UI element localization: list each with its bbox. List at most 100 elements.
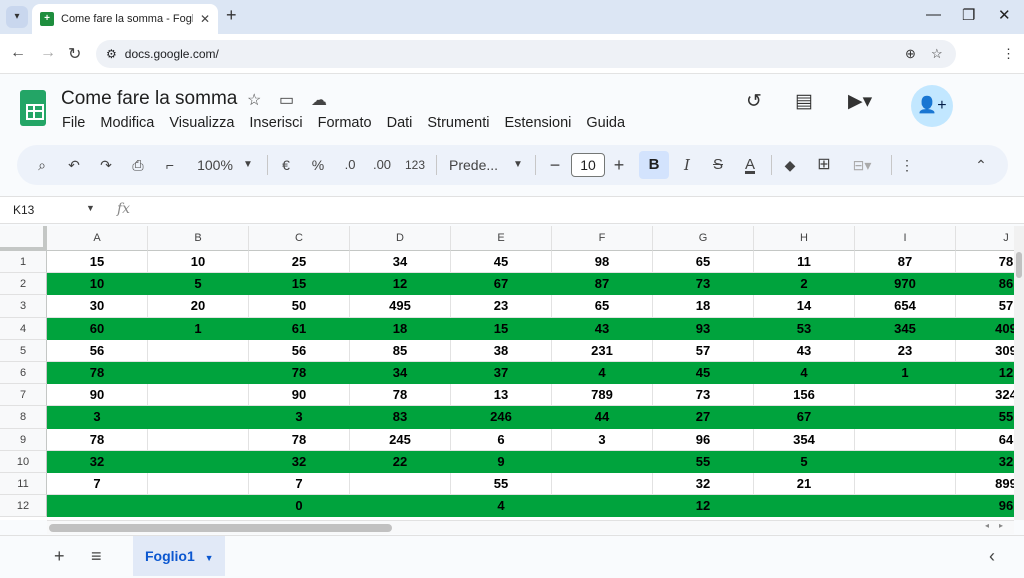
search-menus-icon[interactable]: ⌕: [31, 145, 53, 185]
grid-cell[interactable]: 44: [552, 406, 653, 428]
merge-cells-icon[interactable]: ⊟▾: [845, 145, 879, 185]
italic-button[interactable]: I: [677, 145, 697, 185]
grid-cell[interactable]: 32: [47, 451, 148, 473]
name-box[interactable]: K13: [13, 203, 34, 217]
grid-cell[interactable]: [855, 406, 956, 428]
row-header[interactable]: 11: [0, 473, 47, 496]
grid-cell[interactable]: 654: [855, 295, 956, 318]
column-header[interactable]: C: [249, 226, 350, 251]
grid-cell[interactable]: 23: [855, 339, 956, 362]
grid-cell[interactable]: 55: [653, 451, 754, 473]
menu-file[interactable]: File: [62, 115, 85, 131]
grid-cell[interactable]: 12: [350, 273, 451, 295]
collapse-menus-icon[interactable]: ⌃: [971, 145, 991, 185]
grid-cell[interactable]: 50: [249, 295, 350, 318]
grid-cell[interactable]: 64: [956, 429, 1014, 451]
grid-cell[interactable]: 45: [451, 251, 552, 274]
grid-cell[interactable]: 60: [47, 318, 148, 340]
grid-cell[interactable]: [855, 495, 956, 517]
grid-cell[interactable]: 345: [855, 318, 956, 340]
grid-cell[interactable]: 85: [350, 339, 451, 362]
zoom-dropdown-icon[interactable]: ▼: [241, 145, 255, 185]
forward-icon[interactable]: →: [40, 44, 56, 62]
scroll-left-icon[interactable]: ◂: [985, 521, 989, 530]
grid-cell[interactable]: 78: [956, 251, 1014, 274]
grid-cell[interactable]: [148, 495, 249, 517]
grid-cell[interactable]: 98: [552, 251, 653, 274]
grid-cell[interactable]: 32: [249, 451, 350, 473]
grid-cell[interactable]: 56: [249, 339, 350, 362]
close-window-button[interactable]: ✕: [998, 6, 1011, 24]
grid-cell[interactable]: 96: [956, 495, 1014, 517]
grid-cell[interactable]: 3: [552, 428, 653, 451]
grid-cell[interactable]: 78: [47, 428, 148, 451]
grid-cell[interactable]: 20: [148, 295, 249, 318]
grid-cell[interactable]: 30: [47, 295, 148, 318]
grid-cell[interactable]: 23: [451, 295, 552, 318]
spreadsheet-grid[interactable]: A B C D E F G H I J 1 15 10 25 34 45 98 65 11 87 78 2 10 5 15 12 6…: [0, 226, 1014, 520]
grid-cell[interactable]: 10: [148, 251, 249, 274]
grid-cell[interactable]: 57: [653, 339, 754, 362]
grid-cell[interactable]: 57: [956, 295, 1014, 318]
grid-cell[interactable]: 15: [249, 273, 350, 295]
grid-cell[interactable]: 6: [451, 428, 552, 451]
column-header[interactable]: H: [754, 226, 855, 251]
grid-cell[interactable]: 86: [956, 273, 1014, 295]
grid-cell[interactable]: 61: [249, 318, 350, 340]
reload-icon[interactable]: ↻: [68, 44, 81, 64]
grid-cell[interactable]: 27: [653, 406, 754, 428]
grid-cell[interactable]: 38: [451, 339, 552, 362]
grid-cell[interactable]: 246: [451, 406, 552, 428]
grid-cell[interactable]: 34: [350, 362, 451, 384]
grid-cell[interactable]: 93: [653, 318, 754, 340]
meet-icon[interactable]: ▶▾: [848, 90, 872, 113]
bold-button[interactable]: B: [639, 151, 669, 179]
print-icon[interactable]: ⎙: [127, 145, 149, 185]
tab-search-button[interactable]: ▾: [6, 6, 28, 28]
column-header[interactable]: A: [47, 226, 148, 251]
grid-cell[interactable]: 78: [47, 362, 148, 384]
grid-cell[interactable]: 67: [754, 406, 855, 428]
grid-cell[interactable]: 90: [47, 384, 148, 407]
grid-cell[interactable]: 1: [148, 318, 249, 340]
font-dropdown-icon[interactable]: ▼: [511, 145, 525, 185]
menu-strumenti[interactable]: Strumenti: [427, 115, 489, 131]
grid-cell[interactable]: 87: [855, 251, 956, 274]
grid-cell[interactable]: 7: [47, 473, 148, 496]
grid-cell[interactable]: [855, 428, 956, 451]
grid-cell[interactable]: [148, 451, 249, 473]
column-header[interactable]: I: [855, 226, 956, 251]
horizontal-scroll-thumb[interactable]: [49, 524, 392, 532]
grid-cell[interactable]: 12: [956, 362, 1014, 384]
fill-color-icon[interactable]: ◆: [779, 145, 801, 185]
row-header[interactable]: 8: [0, 406, 47, 429]
increase-font-size-icon[interactable]: +: [609, 145, 629, 185]
borders-icon[interactable]: ⊞: [813, 145, 835, 185]
column-header[interactable]: G: [653, 226, 754, 251]
row-header[interactable]: 2: [0, 273, 47, 296]
row-header[interactable]: 1: [0, 251, 47, 274]
grid-cell[interactable]: 4: [451, 495, 552, 517]
grid-cell[interactable]: 15: [47, 251, 148, 274]
menu-guida[interactable]: Guida: [586, 115, 625, 131]
grid-cell[interactable]: 4: [552, 362, 653, 384]
decrease-decimal-button[interactable]: .0: [337, 145, 363, 185]
grid-cell[interactable]: [148, 362, 249, 384]
row-header[interactable]: 9: [0, 428, 47, 451]
grid-cell[interactable]: 56: [47, 339, 148, 362]
row-header[interactable]: 3: [0, 295, 47, 318]
row-header[interactable]: 7: [0, 384, 47, 407]
grid-cell[interactable]: 87: [552, 273, 653, 295]
grid-cell[interactable]: 32: [653, 473, 754, 496]
redo-icon[interactable]: ↷: [95, 145, 117, 185]
grid-cell[interactable]: [754, 495, 855, 517]
all-sheets-icon[interactable]: ≡: [91, 546, 102, 567]
grid-cell[interactable]: 34: [350, 251, 451, 274]
grid-cell[interactable]: [552, 451, 653, 473]
menu-inserisci[interactable]: Inserisci: [249, 115, 302, 131]
font-size-input[interactable]: 10: [571, 153, 605, 177]
zoom-icon[interactable]: ⊕: [905, 46, 916, 62]
grid-cell[interactable]: 65: [552, 295, 653, 318]
maximize-button[interactable]: ❐: [962, 6, 975, 24]
grid-cell[interactable]: 96: [653, 428, 754, 451]
